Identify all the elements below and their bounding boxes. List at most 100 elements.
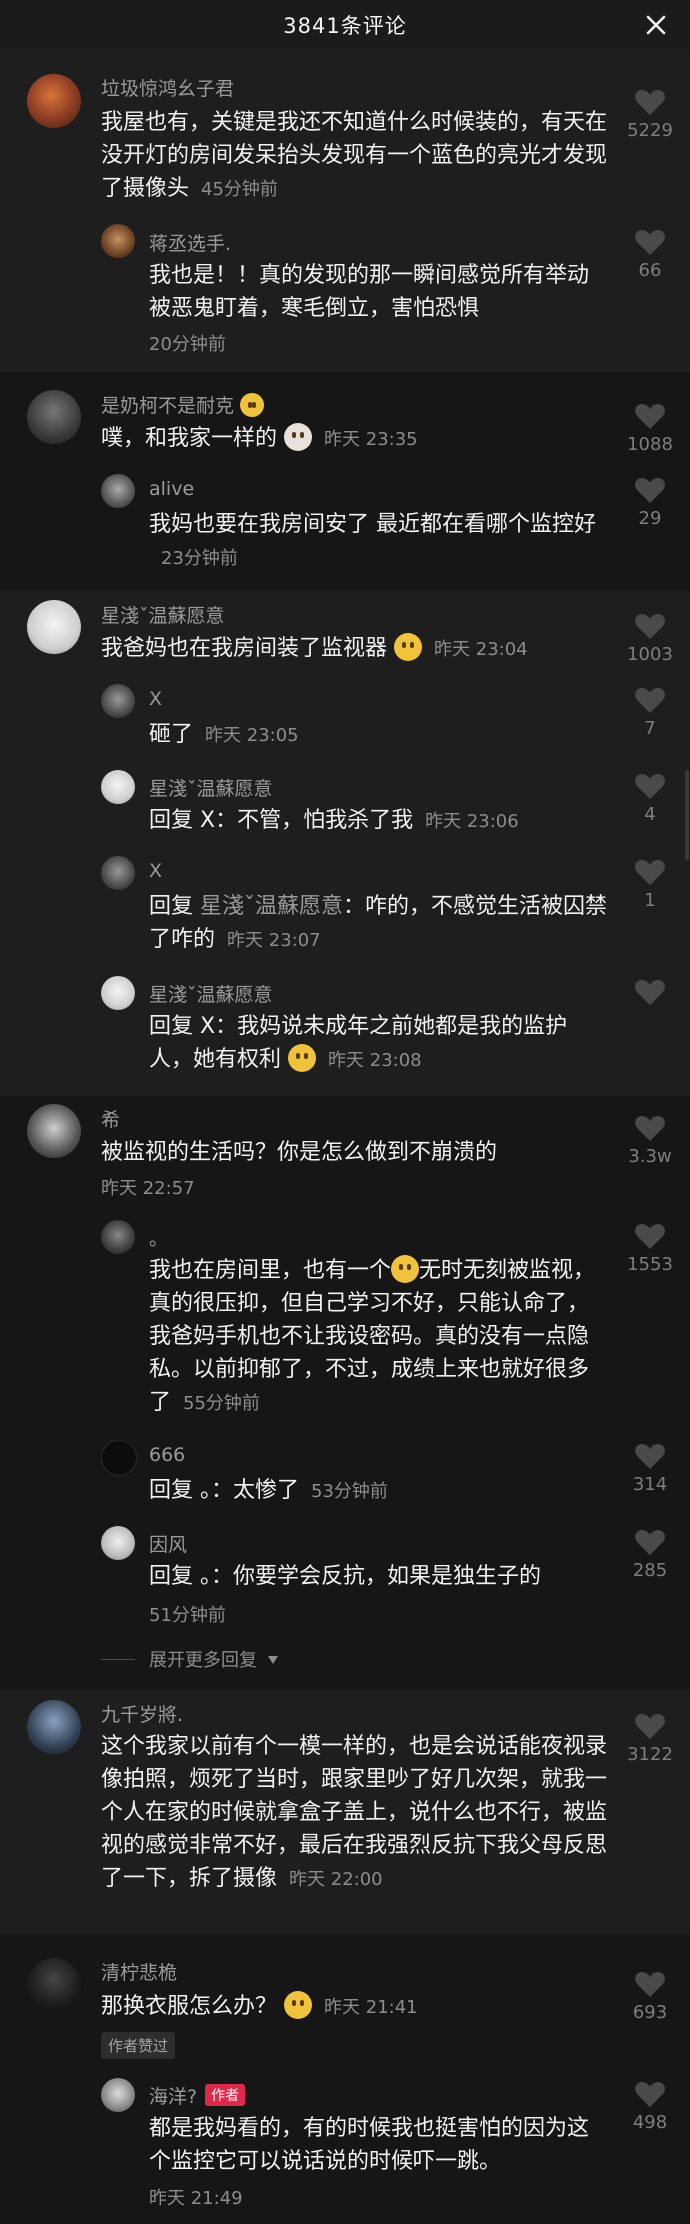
reply-author[interactable]: X bbox=[149, 688, 162, 710]
like-button[interactable]: 66 bbox=[620, 228, 680, 281]
reply-target[interactable]: 星淺ˇ温蘇愿意 bbox=[200, 894, 343, 919]
like-count: 314 bbox=[632, 1474, 668, 1495]
reply-author[interactable]: 。 bbox=[149, 1224, 168, 1251]
heart-icon bbox=[635, 614, 665, 639]
avatar[interactable] bbox=[101, 2078, 135, 2112]
avatar[interactable] bbox=[101, 770, 135, 804]
avatar[interactable] bbox=[101, 684, 135, 718]
reply-body-part1: 我也在房间里，也有一个 bbox=[149, 1258, 392, 1283]
like-button[interactable] bbox=[620, 978, 680, 1006]
reply-author[interactable]: 蒋丞选手. bbox=[149, 229, 231, 256]
reply-body: 我妈也要在我房间安了 最近都在看哪个监控好 bbox=[149, 512, 596, 537]
avatar[interactable] bbox=[27, 1700, 81, 1754]
comment-author-name: 是奶柯不是耐克 bbox=[101, 395, 235, 417]
like-count: 285 bbox=[632, 1560, 668, 1581]
reply-author[interactable]: X bbox=[149, 860, 162, 882]
comment-body: 我爸妈也在我房间装了监视器 bbox=[101, 636, 388, 661]
author-liked-badge: 作者赞过 bbox=[101, 2032, 176, 2059]
reply-author[interactable]: 星淺ˇ温蘇愿意 bbox=[149, 774, 273, 801]
comment-author[interactable]: 九千岁將. bbox=[101, 1700, 183, 1727]
heart-icon bbox=[635, 230, 665, 255]
avatar[interactable] bbox=[27, 390, 81, 444]
like-button[interactable]: 1553 bbox=[620, 1222, 680, 1275]
reply-prefix: 回复 。： bbox=[149, 1478, 233, 1503]
like-count: 498 bbox=[632, 2112, 668, 2133]
like-button[interactable]: 3122 bbox=[620, 1712, 680, 1765]
comment-time: 昨天 23:04 bbox=[434, 639, 528, 660]
reply-text: 回复 星淺ˇ温蘇愿意：咋的，不感觉生活被囚禁了咋的 昨天 23:07 bbox=[149, 890, 609, 957]
heart-icon bbox=[635, 774, 665, 799]
comment-body: 我屋也有，关键是我还不知道什么时候装的，有天在没开灯的房间发呆抬头发现有一个蓝色… bbox=[101, 110, 608, 201]
reply-body: 都是我妈看的，有的时候我也挺害怕的因为这个监控它可以说话说的时候吓一跳。 bbox=[149, 2116, 590, 2174]
expand-more-replies[interactable]: 展开更多回复 bbox=[101, 1646, 279, 1672]
avatar[interactable] bbox=[101, 976, 135, 1010]
comment-time: 昨天 23:35 bbox=[324, 429, 418, 450]
reply-time: 20分钟前 bbox=[149, 334, 226, 355]
like-button[interactable]: 498 bbox=[620, 2080, 680, 2133]
like-count: 693 bbox=[632, 2002, 668, 2023]
reply-text: 我也是！！真的发现的那一瞬间感觉所有举动被恶鬼盯着，寒毛倒立，害怕恐惧 bbox=[149, 259, 609, 325]
reply-time: 23分钟前 bbox=[161, 548, 238, 569]
like-button[interactable]: 29 bbox=[620, 476, 680, 529]
like-count: 3122 bbox=[627, 1744, 673, 1765]
like-count: 4 bbox=[644, 804, 656, 825]
reply-author[interactable]: 666 bbox=[149, 1444, 185, 1466]
avatar[interactable] bbox=[27, 600, 81, 654]
avatar[interactable] bbox=[101, 474, 135, 508]
like-count: 29 bbox=[638, 508, 662, 529]
like-button[interactable]: 7 bbox=[620, 686, 680, 739]
like-count: 1088 bbox=[627, 434, 673, 455]
comment-author[interactable]: 清柠悲桅 bbox=[101, 1958, 177, 1985]
like-button[interactable]: 314 bbox=[620, 1442, 680, 1495]
comment-text: 噗，和我家一样的 昨天 23:35 bbox=[101, 422, 611, 456]
reply-author[interactable]: alive bbox=[149, 478, 194, 500]
avatar[interactable] bbox=[27, 74, 81, 128]
like-button[interactable]: 1 bbox=[620, 858, 680, 911]
comment-author[interactable]: 希 bbox=[101, 1105, 120, 1132]
like-button[interactable]: 1088 bbox=[620, 402, 680, 455]
close-icon[interactable] bbox=[642, 11, 670, 39]
comment-text: 我屋也有，关键是我还不知道什么时候装的，有天在没开灯的房间发呆抬头发现有一个蓝色… bbox=[101, 106, 611, 206]
like-count: 5229 bbox=[627, 120, 673, 141]
avatar[interactable] bbox=[101, 1526, 135, 1560]
avatar[interactable] bbox=[27, 1958, 81, 2012]
scrollbar[interactable] bbox=[685, 770, 689, 860]
comment-text: 这个我家以前有个一模一样的，也是会说话能夜视录像拍照，烦死了当时，跟家里吵了好几… bbox=[101, 1730, 611, 1896]
reply-body: 我也是！！真的发现的那一瞬间感觉所有举动被恶鬼盯着，寒毛倒立，害怕恐惧 bbox=[149, 263, 590, 321]
reply-author[interactable]: 因风 bbox=[149, 1530, 187, 1557]
like-count: 1 bbox=[644, 890, 656, 911]
comment-body: 噗，和我家一样的 bbox=[101, 426, 278, 451]
comment-author[interactable]: 是奶柯不是耐克 bbox=[101, 391, 265, 418]
like-button[interactable]: 3.3w bbox=[620, 1114, 680, 1167]
reply-time: 昨天 23:05 bbox=[205, 725, 299, 746]
reply-text: 回复 X：不管，怕我杀了我 昨天 23:06 bbox=[149, 804, 609, 838]
comment-time: 昨天 21:41 bbox=[324, 1997, 418, 2018]
avatar[interactable] bbox=[101, 1220, 135, 1254]
expand-label: 展开更多回复 bbox=[149, 1650, 257, 1671]
heart-icon bbox=[635, 1972, 665, 1997]
comment-time: 昨天 22:57 bbox=[101, 1178, 195, 1199]
reply-author[interactable]: 海洋? 作者 bbox=[149, 2082, 246, 2109]
avatar[interactable] bbox=[101, 224, 135, 258]
like-button[interactable]: 693 bbox=[620, 1970, 680, 2023]
reply-text: 都是我妈看的，有的时候我也挺害怕的因为这个监控它可以说话说的时候吓一跳。 bbox=[149, 2112, 609, 2178]
avatar[interactable] bbox=[101, 1440, 137, 1476]
heart-icon bbox=[635, 1444, 665, 1469]
heart-icon bbox=[635, 2082, 665, 2107]
avatar[interactable] bbox=[101, 856, 135, 890]
caret-down-icon bbox=[267, 1656, 278, 1664]
like-button[interactable]: 285 bbox=[620, 1528, 680, 1581]
reply-text: 回复 。：太惨了 53分钟前 bbox=[149, 1474, 609, 1508]
like-button[interactable]: 1003 bbox=[620, 612, 680, 665]
comment-author[interactable]: 垃圾惊鸿幺子君 bbox=[101, 74, 234, 101]
comment-time: 昨天 22:00 bbox=[289, 1869, 383, 1890]
reply-author[interactable]: 星淺ˇ温蘇愿意 bbox=[149, 980, 273, 1007]
reply-prefix: 回复 。： bbox=[149, 1564, 233, 1589]
avatar[interactable] bbox=[27, 1104, 81, 1158]
like-button[interactable]: 4 bbox=[620, 772, 680, 825]
reply-time: 51分钟前 bbox=[149, 1605, 226, 1626]
reply-text: 我妈也要在我房间安了 最近都在看哪个监控好 23分钟前 bbox=[149, 508, 609, 575]
like-count: 66 bbox=[638, 260, 662, 281]
like-button[interactable]: 5229 bbox=[620, 88, 680, 141]
comment-author[interactable]: 星淺ˇ温蘇愿意 bbox=[101, 601, 225, 628]
